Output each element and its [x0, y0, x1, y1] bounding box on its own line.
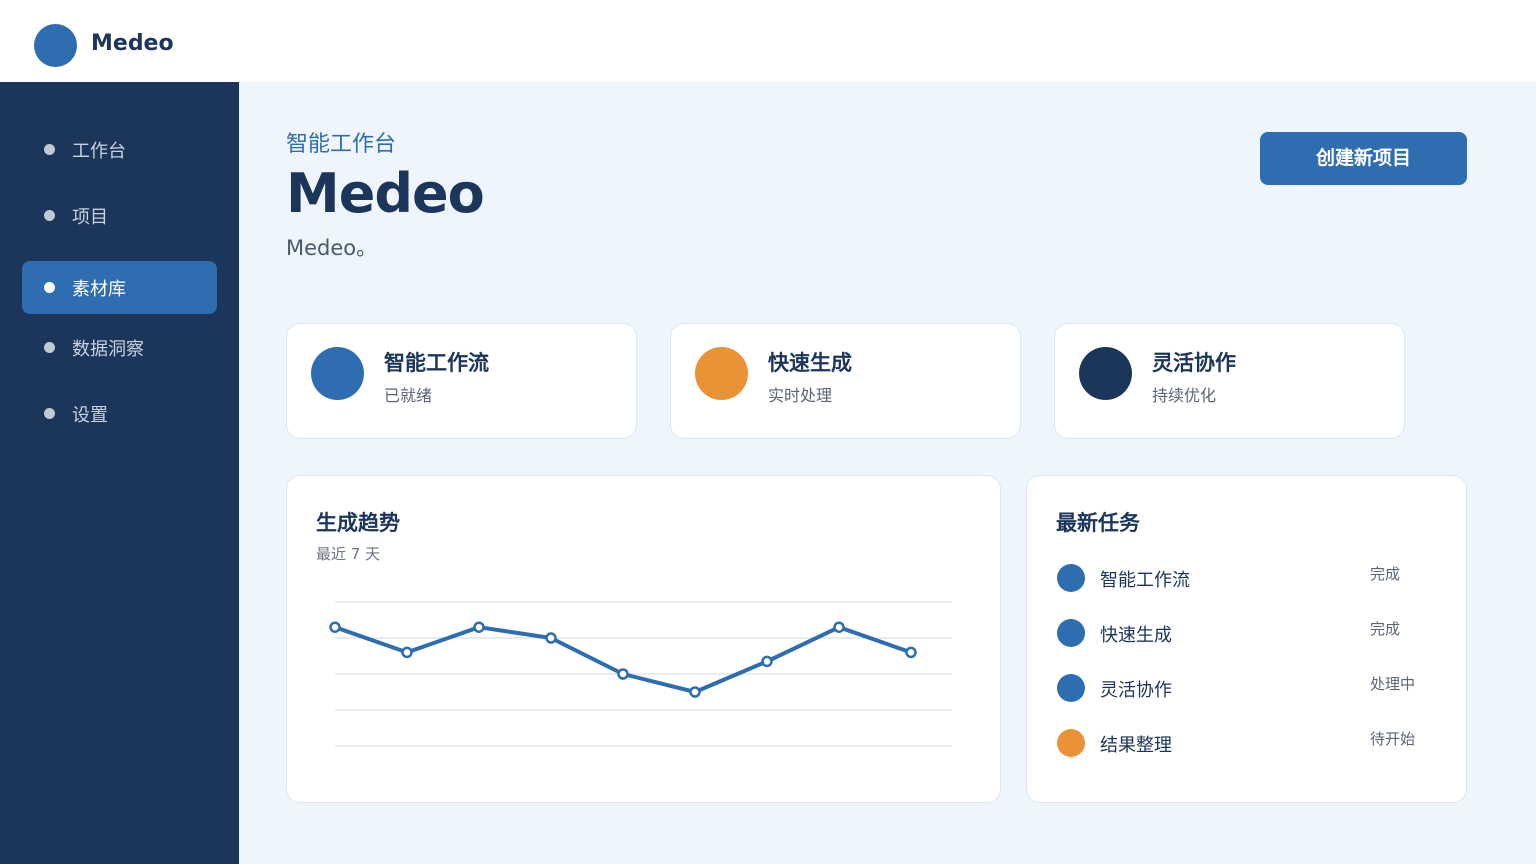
- recent-tasks-card: 最新任务 智能工作流 完成 快速生成 完成 灵活协作 处理中 结果整理 待开始: [1026, 475, 1467, 803]
- task-name: 灵活协作: [1100, 680, 1172, 701]
- series-line: [334, 625, 912, 694]
- feature-title: 灵活协作: [1152, 351, 1236, 375]
- page-subtitle: Medeo。: [286, 236, 378, 260]
- feature-card-collab[interactable]: 灵活协作 持续优化: [1054, 323, 1405, 439]
- sidebar-item-settings[interactable]: 设置: [22, 387, 217, 440]
- brand-name[interactable]: Medeo: [91, 31, 174, 56]
- task-row[interactable]: 结果整理 待开始: [1027, 721, 1468, 761]
- task-status-icon: [1057, 674, 1085, 702]
- trend-chart-card: 生成趋势 最近 7 天: [286, 475, 1001, 803]
- data-point[interactable]: [473, 621, 485, 633]
- data-point[interactable]: [545, 632, 557, 644]
- top-bar: Medeo: [0, 0, 1536, 82]
- create-project-button[interactable]: 创建新项目: [1260, 132, 1467, 185]
- sidebar-item-label: 设置: [72, 405, 108, 426]
- sidebar-item-label: 工作台: [72, 141, 126, 162]
- task-name: 结果整理: [1100, 735, 1172, 756]
- task-status: 处理中: [1370, 675, 1416, 693]
- workflow-icon: [311, 347, 364, 400]
- feature-status: 持续优化: [1152, 386, 1217, 405]
- task-status: 待开始: [1370, 730, 1416, 748]
- data-point[interactable]: [329, 621, 341, 633]
- page-kicker: 智能工作台: [286, 132, 397, 157]
- task-name: 快速生成: [1100, 625, 1172, 646]
- data-point[interactable]: [617, 668, 629, 680]
- task-status-icon: [1057, 564, 1085, 592]
- data-point[interactable]: [905, 646, 917, 659]
- data-point[interactable]: [401, 646, 413, 659]
- sidebar-item-workbench[interactable]: 工作台: [22, 123, 217, 176]
- logo-icon[interactable]: [34, 24, 77, 67]
- feature-title: 智能工作流: [384, 351, 489, 375]
- task-status: 完成: [1370, 620, 1401, 638]
- task-row[interactable]: 智能工作流 完成: [1027, 556, 1468, 596]
- page-title: Medeo: [286, 162, 485, 225]
- bullet-icon: [44, 210, 55, 221]
- sidebar-item-label: 素材库: [72, 279, 126, 300]
- sidebar-item-assets[interactable]: 素材库: [22, 261, 217, 314]
- task-name: 智能工作流: [1100, 570, 1190, 591]
- feature-title: 快速生成: [768, 351, 852, 375]
- feature-card-generate[interactable]: 快速生成 实时处理: [670, 323, 1021, 439]
- bullet-icon: [44, 144, 55, 155]
- generate-icon: [695, 347, 748, 400]
- task-status-icon: [1057, 729, 1085, 757]
- feature-status: 实时处理: [768, 386, 833, 405]
- bullet-icon: [44, 408, 55, 419]
- data-point[interactable]: [689, 686, 701, 698]
- data-point[interactable]: [833, 621, 845, 633]
- task-status: 完成: [1370, 565, 1401, 583]
- tasks-title: 最新任务: [1056, 511, 1140, 535]
- task-row[interactable]: 灵活协作 处理中: [1027, 666, 1468, 706]
- sidebar-item-projects[interactable]: 项目: [22, 189, 217, 242]
- sidebar: 工作台 项目 素材库 数据洞察 设置: [0, 82, 239, 864]
- bullet-icon: [44, 282, 55, 293]
- task-row[interactable]: 快速生成 完成: [1027, 611, 1468, 651]
- task-status-icon: [1057, 619, 1085, 647]
- collab-icon: [1079, 347, 1132, 400]
- data-point[interactable]: [761, 655, 773, 668]
- feature-status: 已就绪: [384, 386, 433, 405]
- sidebar-item-insights[interactable]: 数据洞察: [22, 321, 217, 374]
- feature-card-workflow[interactable]: 智能工作流 已就绪: [286, 323, 637, 439]
- sidebar-item-label: 数据洞察: [72, 339, 144, 360]
- sidebar-item-label: 项目: [72, 207, 108, 228]
- trend-line-chart: [329, 601, 952, 747]
- bullet-icon: [44, 342, 55, 353]
